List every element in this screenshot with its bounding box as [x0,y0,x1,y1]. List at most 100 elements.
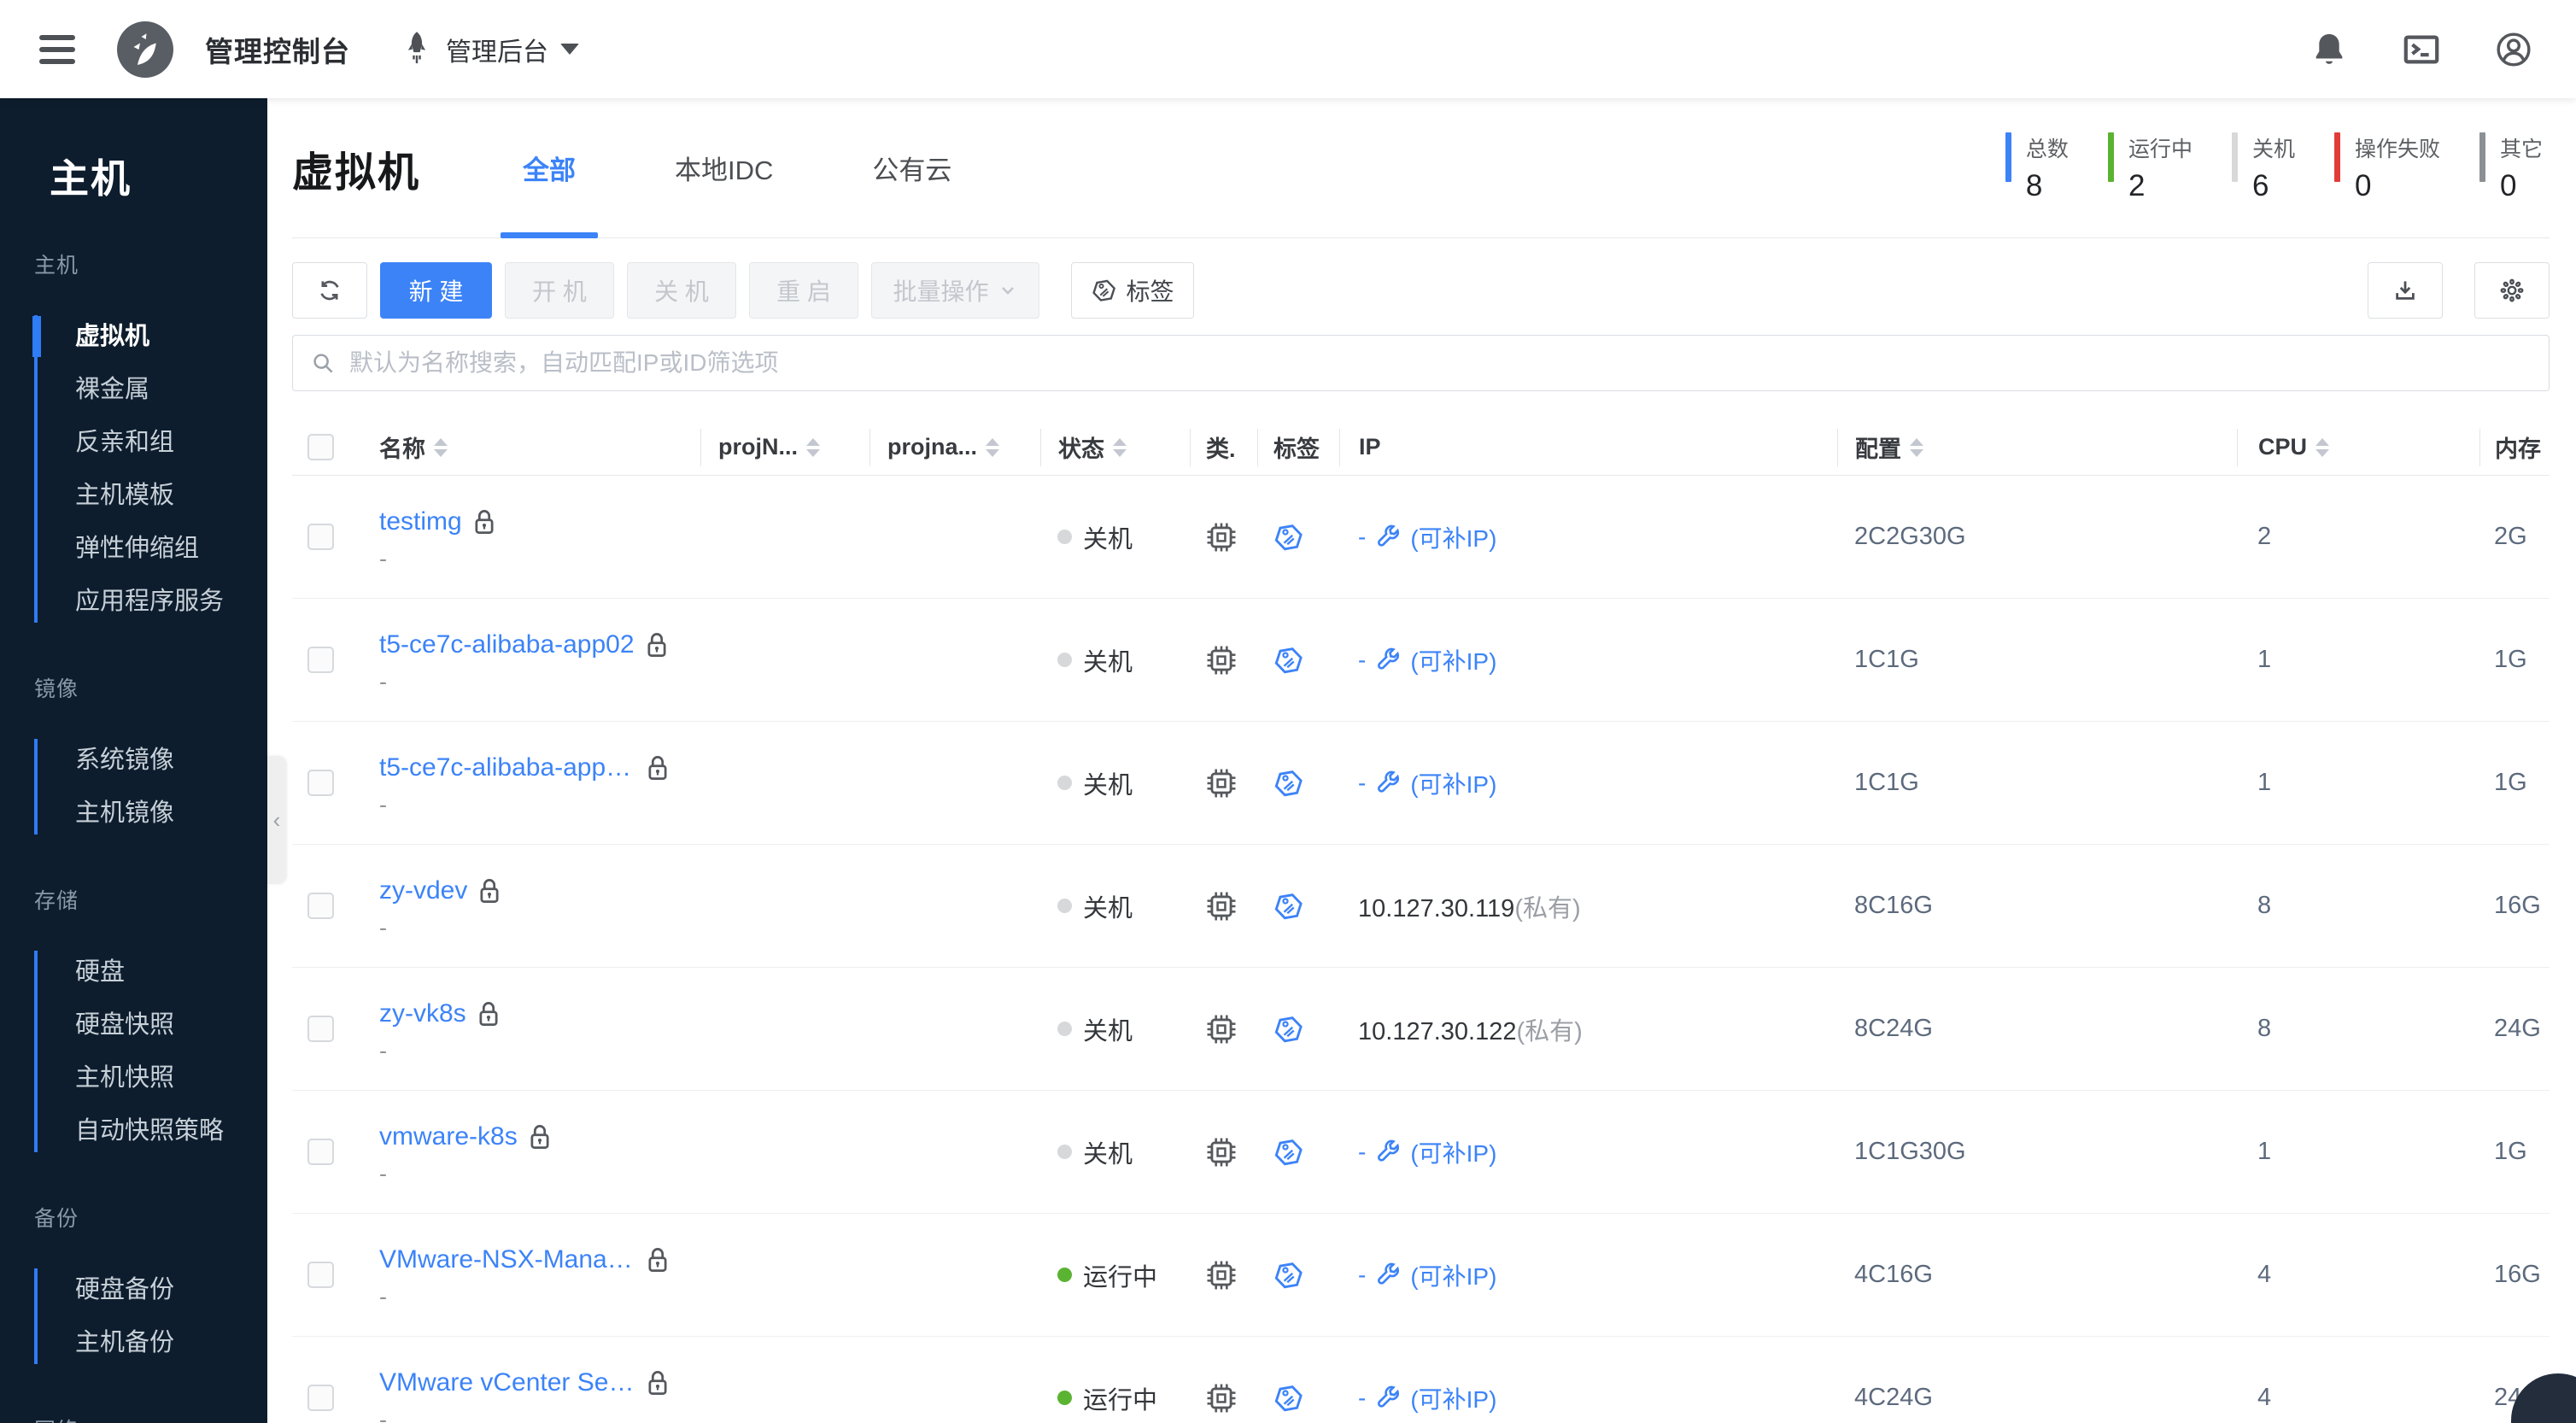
vm-type-icon[interactable] [1205,644,1238,676]
ip-patch-link[interactable]: - (可补IP) [1358,643,1496,677]
column-header[interactable]: projN... [700,428,869,466]
status-summary-text: 关机 6 [2252,132,2295,203]
table-row: t5-ce7c-alibaba-app0... - 关机 - (可补IP) 1C1G 1 1G [292,722,2550,845]
brand-logo[interactable] [114,19,176,80]
sort-icon[interactable] [986,437,1000,457]
column-header[interactable]: 标签 [1257,428,1339,466]
vm-type-icon[interactable] [1205,1013,1238,1045]
vm-name-link[interactable]: t5-ce7c-alibaba-app02 [379,630,635,659]
bell-icon[interactable] [2310,30,2349,69]
column-settings-button[interactable] [2474,262,2550,319]
refresh-button[interactable] [292,262,367,319]
sidebar-section: 存储 硬盘 硬盘快照 主机快照 自动快照策略 [0,884,267,1157]
sidebar-item[interactable]: 自动快照策略 [75,1104,267,1157]
tag-button[interactable]: 标签 [1071,262,1194,319]
vm-name-link[interactable]: zy-vdev [379,876,467,905]
column-header[interactable]: 内存 [2479,428,2550,466]
sidebar-item[interactable]: 硬盘快照 [75,998,267,1051]
vm-name-link[interactable]: VMware-NSX-Manage... [379,1245,635,1274]
tab[interactable]: 本地IDC [653,98,795,237]
sidebar-item[interactable]: 反亲和组 [75,416,267,469]
vm-type-icon[interactable] [1205,1259,1238,1291]
sidebar-item[interactable]: 主机镜像 [75,787,267,840]
power-off-button[interactable]: 关 机 [627,262,736,319]
ip-patch-link[interactable]: - (可补IP) [1358,520,1496,554]
column-header[interactable]: 类. [1190,428,1257,466]
row-checkbox[interactable] [307,893,334,919]
sidebar-item[interactable]: 虚拟机 [32,310,267,363]
row-checkbox[interactable] [307,1385,334,1411]
vm-type-icon[interactable] [1205,890,1238,922]
sort-icon[interactable] [1910,437,1923,457]
search-input[interactable] [349,349,2532,377]
batch-actions-button[interactable]: 批量操作 [871,262,1039,319]
column-header[interactable]: projna... [869,428,1040,466]
select-all-checkbox[interactable] [307,434,334,460]
vm-type-icon[interactable] [1205,1136,1238,1168]
status-color-bar [2107,132,2114,182]
vm-type-icon[interactable] [1205,767,1238,799]
sidebar-item[interactable]: 主机备份 [75,1316,267,1369]
row-checkbox[interactable] [307,770,334,796]
caret-down-icon[interactable] [560,44,579,55]
ip-patch-link[interactable]: - (可补IP) [1358,1135,1496,1169]
sidebar-item[interactable]: 硬盘 [75,946,267,998]
create-button[interactable]: 新 建 [380,262,492,319]
export-button[interactable] [2368,262,2443,319]
sidebar-item[interactable]: 系统镜像 [75,734,267,787]
sidebar-collapse-button[interactable]: ‹ [267,756,286,884]
ip-patch-link[interactable]: - (可补IP) [1358,766,1496,800]
ip-patch-link[interactable]: - (可补IP) [1358,1258,1496,1292]
power-on-button[interactable]: 开 机 [505,262,614,319]
tag-icon[interactable] [1273,522,1303,553]
status-dot-icon [1057,1145,1072,1159]
tag-icon[interactable] [1273,1014,1303,1045]
ip-patch-link[interactable]: - (可补IP) [1358,1381,1496,1415]
column-header[interactable]: 名称 [361,429,700,466]
terminal-icon[interactable] [2402,30,2441,69]
sidebar-item[interactable]: 主机快照 [75,1051,267,1104]
sidebar-item[interactable]: 裸金属 [75,363,267,416]
sort-icon[interactable] [434,437,448,457]
column-header[interactable]: 配置 [1837,428,2237,466]
vm-name-cell: zy-vdev - [379,876,501,936]
sidebar-item[interactable]: 弹性伸缩组 [75,522,267,575]
vm-name-link[interactable]: testimg [379,507,462,536]
sidebar-item[interactable]: 硬盘备份 [75,1263,267,1316]
sort-icon[interactable] [2315,437,2330,457]
sort-icon[interactable] [806,437,820,457]
row-checkbox[interactable] [307,1139,334,1165]
ip-patch-label: (可补IP) [1410,647,1497,675]
row-checkbox[interactable] [307,1262,334,1288]
restart-button[interactable]: 重 启 [749,262,858,319]
memory-value: 1G [2494,769,2527,796]
column-header[interactable]: IP [1339,428,1837,466]
tag-icon[interactable] [1273,1383,1303,1414]
sidebar-item[interactable]: 主机模板 [75,469,267,522]
tag-icon[interactable] [1273,645,1303,676]
vm-name-link[interactable]: VMware vCenter Server [379,1368,635,1397]
ip-dash: - [1358,523,1367,550]
tag-icon[interactable] [1273,1260,1303,1291]
tab[interactable]: 公有云 [850,98,974,237]
user-icon[interactable] [2494,30,2533,69]
config-cell: 8C24G [1837,968,2237,1090]
vm-name-link[interactable]: zy-vk8s [379,999,466,1028]
tab[interactable]: 全部 [501,98,599,238]
vm-type-icon[interactable] [1205,1382,1238,1414]
row-checkbox[interactable] [307,1016,334,1042]
hamburger-icon[interactable] [39,34,75,64]
tag-icon[interactable] [1273,1137,1303,1168]
row-checkbox[interactable] [307,524,334,550]
column-header[interactable]: 状态 [1040,428,1190,466]
column-header[interactable]: CPU [2237,428,2479,466]
workspace-switcher[interactable]: 管理后台 [446,31,548,68]
sort-icon[interactable] [1113,437,1127,457]
vm-name-link[interactable]: vmware-k8s [379,1122,518,1151]
tag-icon[interactable] [1273,891,1303,922]
vm-name-link[interactable]: t5-ce7c-alibaba-app0... [379,753,635,782]
row-checkbox[interactable] [307,647,334,673]
tag-icon[interactable] [1273,768,1303,799]
sidebar-item[interactable]: 应用程序服务 [75,575,267,628]
vm-type-icon[interactable] [1205,521,1238,553]
